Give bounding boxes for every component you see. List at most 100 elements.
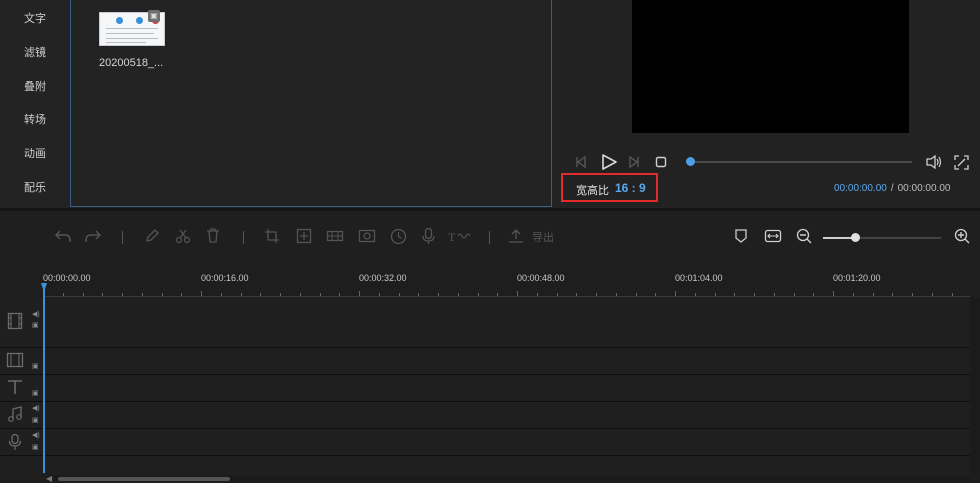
export-icon[interactable]: [507, 228, 525, 244]
track-lock-icon[interactable]: ▣: [32, 417, 39, 425]
aspect-ratio-selector[interactable]: 16 : 9: [615, 181, 646, 195]
ruler-tick: [438, 293, 439, 296]
text-icon: [8, 380, 22, 394]
ruler-tick: [715, 293, 716, 296]
ruler-tick: [280, 293, 281, 296]
split-scissors-icon[interactable]: [175, 228, 191, 244]
ruler-tick: [517, 291, 518, 296]
freeze-frame-icon[interactable]: [296, 228, 312, 244]
track-lock-icon[interactable]: ▣: [32, 390, 39, 398]
ruler-tick: [873, 293, 874, 296]
media-filename: 20200518_...: [99, 57, 164, 69]
sidebar: 文字 滤镜 叠附 转场 动画 配乐: [0, 0, 70, 208]
ruler-tick: [616, 293, 617, 296]
text-to-speech-icon[interactable]: T: [447, 228, 473, 244]
ruler-tick: [695, 293, 696, 296]
ruler-tick: [833, 291, 834, 296]
mosaic-icon[interactable]: [326, 228, 344, 244]
aspect-ratio-label: 宽高比: [576, 185, 609, 197]
sidebar-item-filters[interactable]: 滤镜: [0, 44, 70, 60]
ruler-label: 00:00:32.00: [359, 273, 407, 283]
track-mute-icon[interactable]: ◀): [32, 432, 40, 440]
marker-shield-icon[interactable]: [734, 228, 748, 244]
sidebar-item-transitions[interactable]: 转场: [0, 111, 70, 127]
toolbar-separator: [122, 231, 123, 244]
ruler-tick: [379, 293, 380, 296]
media-type-icon: ▣: [148, 10, 160, 22]
track-mute-icon[interactable]: ◀): [32, 311, 40, 319]
ruler-tick: [399, 293, 400, 296]
zoom-out-icon[interactable]: [796, 228, 813, 245]
ruler-tick: [892, 293, 893, 296]
sidebar-item-overlays[interactable]: 叠附: [0, 78, 70, 94]
time-separator: /: [890, 183, 894, 194]
screenshot-icon[interactable]: [358, 228, 376, 244]
ruler-label: 00:00:48.00: [517, 273, 565, 283]
ruler-tick: [813, 293, 814, 296]
svg-text:T: T: [448, 230, 456, 244]
scroll-left-arrow-icon[interactable]: ◀: [46, 474, 52, 483]
seek-handle[interactable]: [686, 157, 695, 166]
track-lock-icon[interactable]: ▣: [32, 363, 39, 371]
timeline-vertical-scrollbar[interactable]: [970, 298, 980, 473]
record-voice-icon[interactable]: [421, 227, 436, 245]
ruler-tick: [537, 293, 538, 296]
track-voice[interactable]: ◀) ▣: [0, 429, 970, 456]
track-music[interactable]: ◀) ▣: [0, 402, 970, 429]
playhead-handle[interactable]: [41, 283, 47, 292]
ruler-tick: [952, 293, 953, 296]
ruler-tick: [122, 293, 123, 296]
crop-icon[interactable]: [264, 228, 280, 244]
stop-icon[interactable]: [655, 156, 667, 168]
ruler-tick: [320, 293, 321, 296]
ruler-tick: [339, 293, 340, 296]
playhead[interactable]: [43, 283, 45, 473]
zoom-in-icon[interactable]: [954, 228, 971, 245]
track-lock-icon[interactable]: ▣: [32, 444, 39, 452]
ruler-baseline: [43, 296, 970, 297]
prev-frame-icon[interactable]: [574, 155, 588, 169]
fit-timeline-icon[interactable]: [764, 229, 782, 243]
ruler-tick: [359, 291, 360, 296]
ruler-tick: [853, 293, 854, 296]
ruler-tick: [794, 293, 795, 296]
volume-icon[interactable]: [925, 154, 943, 170]
sidebar-item-text[interactable]: 文字: [0, 10, 70, 26]
track-text[interactable]: ▣: [0, 375, 970, 402]
track-video[interactable]: ◀) ▣: [0, 298, 970, 348]
track-mute-icon[interactable]: ◀): [32, 405, 40, 413]
seek-bar[interactable]: [690, 161, 912, 163]
ruler-tick: [478, 293, 479, 296]
undo-icon[interactable]: [54, 228, 72, 244]
ruler-label: 00:00:00.00: [43, 273, 91, 283]
music-note-icon: [8, 406, 22, 422]
sidebar-item-animation[interactable]: 动画: [0, 145, 70, 161]
delete-trash-icon[interactable]: [205, 227, 221, 244]
ruler-tick: [912, 293, 913, 296]
current-time: 00:00:00.00: [834, 183, 887, 194]
ruler-label: 00:01:04.00: [675, 273, 723, 283]
toolbar-separator: [243, 231, 244, 244]
ruler-tick: [754, 293, 755, 296]
track-lock-icon[interactable]: ▣: [32, 322, 39, 330]
fullscreen-icon[interactable]: [954, 155, 969, 170]
total-time: 00:00:00.00: [897, 183, 951, 194]
export-button-label[interactable]: 导出: [532, 229, 554, 247]
ruler-tick: [458, 293, 459, 296]
ruler-tick: [596, 293, 597, 296]
edit-pencil-icon[interactable]: [144, 228, 160, 244]
ruler-tick: [557, 293, 558, 296]
ruler-label: 00:00:16.00: [201, 273, 249, 283]
next-frame-icon[interactable]: [627, 155, 641, 169]
track-empty: [0, 456, 970, 474]
speed-clock-icon[interactable]: [390, 228, 407, 245]
ruler-tick: [418, 293, 419, 296]
redo-icon[interactable]: [84, 228, 102, 244]
toolbar-separator: [489, 231, 490, 244]
zoom-slider-handle[interactable]: [851, 233, 860, 242]
sidebar-item-music[interactable]: 配乐: [0, 179, 70, 195]
ruler-tick: [162, 293, 163, 296]
track-overlay[interactable]: ▣: [0, 348, 970, 375]
play-icon[interactable]: [600, 153, 618, 171]
scrollbar-thumb[interactable]: [58, 477, 230, 481]
